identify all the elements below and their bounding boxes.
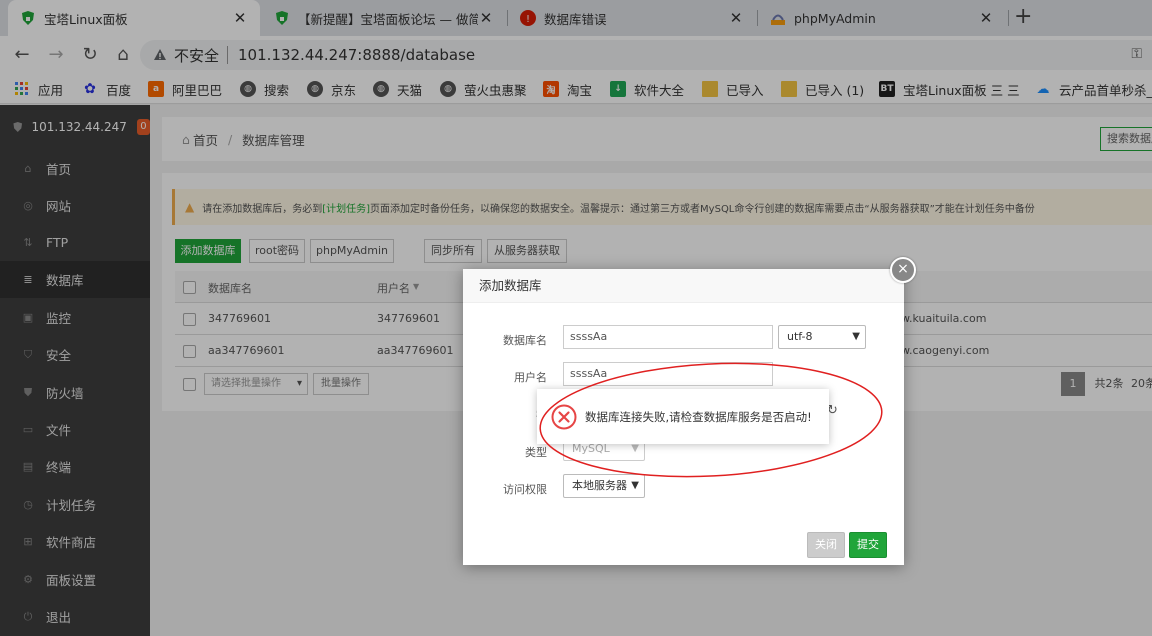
error-toast: 数据库连接失败,请检查数据库服务是否启动! — [537, 389, 829, 444]
dialog-title: 添加数据库 — [463, 269, 904, 303]
username-input[interactable]: ssssAa — [563, 362, 773, 386]
password-label: 密 — [463, 407, 547, 423]
close-button[interactable]: 关闭 — [807, 532, 845, 558]
dialog-close-button[interactable]: × — [890, 257, 916, 283]
username-label: 用户名 — [514, 371, 547, 384]
charset-select[interactable]: utf-8 ▼ — [778, 325, 866, 349]
chevron-down-icon: ▼ — [631, 480, 639, 491]
db-name-input[interactable]: ssssAa — [563, 325, 773, 349]
access-label: 访问权限 — [503, 483, 547, 496]
error-x-icon — [551, 404, 577, 430]
db-name-label: 数据库名 — [503, 334, 547, 347]
access-value: 本地服务器 — [572, 479, 627, 492]
access-select[interactable]: 本地服务器 ▼ — [563, 474, 645, 498]
chevron-down-icon: ▼ — [852, 331, 860, 342]
type-label: 类型 — [525, 446, 547, 459]
error-message: 数据库连接失败,请检查数据库服务是否启动! — [585, 409, 812, 424]
submit-button[interactable]: 提交 — [849, 532, 887, 558]
charset-value: utf-8 — [787, 330, 813, 343]
